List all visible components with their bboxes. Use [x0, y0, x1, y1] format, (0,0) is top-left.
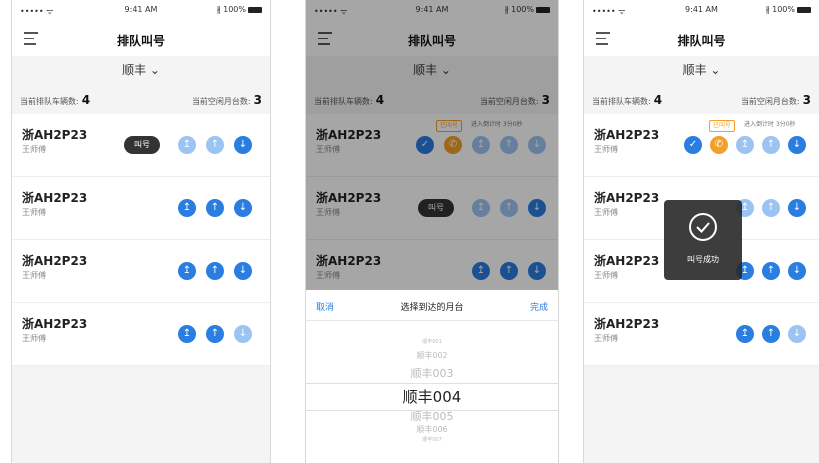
move-top-icon[interactable]: ↥	[178, 136, 196, 154]
picker-done-button[interactable]: 完成	[530, 300, 548, 313]
toast-message: 叫号成功	[687, 255, 719, 264]
picker-option[interactable]: 顺丰007	[306, 436, 558, 443]
driver-name: 王师傅	[594, 271, 618, 280]
battery-indicator: ∦ 100%	[217, 5, 262, 14]
idle-dock-stat: 当前空闲月台数: 3	[191, 93, 262, 107]
phone-screen-success: ••••• ᯤ 9:41 AM ∦ 100% 排队叫号 顺丰 ⌄ 当前排队车辆数…	[584, 0, 819, 463]
page-title: 排队叫号	[677, 34, 726, 48]
move-down-icon[interactable]: ↓	[234, 262, 252, 280]
nav-bar: 排队叫号	[584, 20, 819, 56]
countdown-tag: 进入倒计时 3分0秒	[744, 121, 796, 128]
plate-number: 浙AH2P23	[594, 128, 660, 142]
plate-number: 浙AH2P23	[22, 191, 88, 205]
plate-number: 浙AH2P23	[22, 128, 88, 142]
status-bar: ••••• ᯤ 9:41 AM ∦ 100%	[12, 0, 270, 20]
move-top-icon[interactable]: ↥	[178, 325, 196, 343]
driver-name: 王师傅	[594, 145, 618, 154]
plate-number: 浙AH2P23	[22, 254, 88, 268]
move-up-icon[interactable]: ↑	[206, 325, 224, 343]
driver-name: 王师傅	[594, 208, 618, 217]
battery-icon	[248, 6, 262, 13]
driver-name: 王师傅	[22, 271, 46, 280]
driver-name: 王师傅	[594, 334, 618, 343]
call-button[interactable]: 叫号	[124, 136, 160, 154]
queue-stats: 当前排队车辆数: 4 当前空闲月台数: 3	[12, 84, 270, 114]
phone-screen-queue: ••••• ᯤ 9:41 AM ∦ 100% 排队叫号 顺丰 ⌄ 当前排队车辆数…	[12, 0, 270, 463]
modal-overlay[interactable]	[306, 0, 558, 290]
dock-picker-sheet: 取消 选择到达的月台 完成 顺丰001 顺丰002 顺丰003 顺丰004 顺丰…	[306, 290, 558, 463]
move-down-icon[interactable]: ↓	[234, 136, 252, 154]
picker-option[interactable]: 顺丰005	[306, 408, 558, 424]
vehicle-row: 浙AH2P23 王师傅 叫号 ↥ ↑ ↓	[12, 114, 270, 177]
picker-option[interactable]: 顺丰001	[306, 338, 558, 345]
picker-option[interactable]: 顺丰002	[306, 350, 558, 361]
vehicle-row: 浙AH2P23 王师傅 ↥ ↑ ↓	[12, 303, 270, 366]
battery-indicator: ∦ 100%	[766, 5, 811, 14]
move-up-icon[interactable]: ↑	[762, 136, 780, 154]
list-empty-area	[584, 366, 819, 463]
plate-number: 浙AH2P23	[594, 254, 660, 268]
status-bar: ••••• ᯤ 9:41 AM ∦ 100%	[584, 0, 819, 20]
move-up-icon[interactable]: ↑	[762, 199, 780, 217]
move-down-icon[interactable]: ↓	[788, 199, 806, 217]
move-down-icon[interactable]: ↓	[234, 325, 252, 343]
vehicle-row: 浙AH2P23 王师傅 已叫号 进入倒计时 3分0秒 ✓ ✆ ↥ ↑ ↓	[584, 114, 819, 177]
company-dropdown[interactable]: 顺丰 ⌄	[584, 56, 819, 84]
picker-header: 取消 选择到达的月台 完成	[306, 290, 558, 321]
idle-dock-stat: 当前空闲月台数: 3	[740, 93, 811, 107]
battery-icon	[797, 6, 811, 13]
plate-number: 浙AH2P23	[594, 191, 660, 205]
queue-count-stat: 当前排队车辆数: 4	[592, 93, 663, 107]
success-toast: 叫号成功	[664, 200, 742, 280]
move-top-icon[interactable]: ↥	[178, 262, 196, 280]
move-down-icon[interactable]: ↓	[788, 136, 806, 154]
company-dropdown[interactable]: 顺丰 ⌄	[12, 56, 270, 84]
move-up-icon[interactable]: ↑	[206, 199, 224, 217]
queue-count-stat: 当前排队车辆数: 4	[20, 93, 91, 107]
queue-stats: 当前排队车辆数: 4 当前空闲月台数: 3	[584, 84, 819, 114]
move-up-icon[interactable]: ↑	[206, 262, 224, 280]
phone-icon[interactable]: ✆	[710, 136, 728, 154]
driver-name: 王师傅	[22, 145, 46, 154]
check-icon[interactable]: ✓	[684, 136, 702, 154]
move-top-icon[interactable]: ↥	[736, 136, 754, 154]
plate-number: 浙AH2P23	[22, 317, 88, 331]
move-up-icon[interactable]: ↑	[762, 325, 780, 343]
list-empty-area	[12, 366, 270, 463]
driver-name: 王师傅	[22, 334, 46, 343]
success-check-icon	[689, 213, 717, 241]
driver-name: 王师傅	[22, 208, 46, 217]
picker-title: 选择到达的月台	[400, 303, 464, 313]
nav-bar: 排队叫号	[12, 20, 270, 56]
plate-number: 浙AH2P23	[594, 317, 660, 331]
picker-option[interactable]: 顺丰003	[306, 365, 558, 381]
picker-option-selected[interactable]: 顺丰004	[306, 386, 558, 407]
move-top-icon[interactable]: ↥	[736, 325, 754, 343]
vehicle-row: 浙AH2P23 王师傅 ↥ ↑ ↓	[584, 303, 819, 366]
move-up-icon[interactable]: ↑	[762, 262, 780, 280]
vehicle-row: 浙AH2P23 王师傅 ↥ ↑ ↓	[12, 177, 270, 240]
phone-screen-picker: ••••• ᯤ 9:41 AM ∦ 100% 排队叫号 顺丰 ⌄ 当前排队车辆数…	[306, 0, 558, 463]
move-down-icon[interactable]: ↓	[234, 199, 252, 217]
move-up-icon[interactable]: ↑	[206, 136, 224, 154]
page-title: 排队叫号	[116, 34, 165, 48]
vehicle-row: 浙AH2P23 王师傅 ↥ ↑ ↓	[12, 240, 270, 303]
move-down-icon[interactable]: ↓	[788, 325, 806, 343]
move-down-icon[interactable]: ↓	[788, 262, 806, 280]
called-tag: 已叫号	[709, 120, 736, 132]
picker-option[interactable]: 顺丰006	[306, 424, 558, 435]
move-top-icon[interactable]: ↥	[178, 199, 196, 217]
